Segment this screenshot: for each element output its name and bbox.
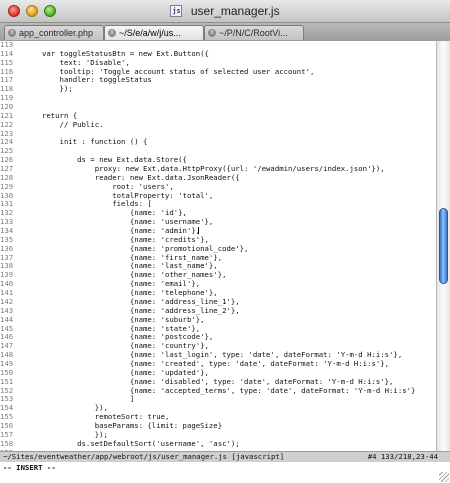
code-text: text: 'Disable',: [24, 57, 130, 67]
code-text: {name: 'accepted_terms', type: 'date', d…: [24, 385, 416, 395]
code-text: }),: [24, 403, 108, 413]
code-text: {name: 'updated'},: [24, 367, 209, 377]
tab-label: app_controller.php: [19, 28, 94, 38]
file-path: ~/Sites/eventweather/app/webroot/js/user…: [3, 452, 285, 461]
code-text: {name: 'created', type: 'date', dateForm…: [24, 358, 390, 368]
vertical-scrollbar[interactable]: [436, 41, 450, 451]
code-text: });: [24, 429, 108, 439]
code-line[interactable]: 119: [0, 93, 436, 103]
code-text: {name: 'address_line_2'},: [24, 305, 240, 315]
code-text: proxy: new Ext.data.HttpProxy({url: '/ew…: [24, 164, 385, 174]
code-text: {name: 'other_names'},: [24, 270, 227, 280]
window-title-group: js user_manager.js: [0, 0, 450, 22]
code-text: // Public.: [24, 119, 104, 129]
code-text: {name: 'email'},: [24, 279, 201, 289]
code-text: {name: 'admin'},: [24, 226, 201, 236]
code-text: remoteSort: true,: [24, 412, 170, 422]
code-text: ds.setDefaultSort('username', 'asc');: [24, 438, 240, 448]
code-text: ]: [24, 394, 135, 404]
code-text: {name: 'address_line_1'},: [24, 296, 240, 306]
code-text: {name: 'last_name'},: [24, 261, 218, 271]
editor-window: js user_manager.js x app_controller.php …: [0, 0, 450, 483]
code-text: totalProperty: 'total',: [24, 190, 214, 200]
tab-root-view[interactable]: x ~/P/N/C/RootVi...: [204, 25, 304, 40]
scrollbar-thumb[interactable]: [439, 208, 448, 284]
code-text: {name: 'first_name'},: [24, 252, 223, 262]
code-text: {name: 'suburb'},: [24, 314, 205, 324]
code-line[interactable]: 158 ds.setDefaultSort('username', 'asc')…: [0, 438, 436, 449]
window-title: user_manager.js: [190, 4, 280, 18]
mode-line: -- INSERT --: [0, 462, 450, 474]
tab-user-manager[interactable]: x ~/S/e/a/w/j/us...: [104, 25, 204, 40]
status-line: ~/Sites/eventweather/app/webroot/js/user…: [0, 451, 450, 462]
code-text: var toggleStatusBtn = new Ext.Button({: [24, 48, 209, 58]
code-text: {name: 'state'},: [24, 323, 201, 333]
code-text: ds = new Ext.data.Store({: [24, 155, 187, 165]
tab-close-icon[interactable]: x: [108, 29, 116, 37]
code-text: return {: [24, 110, 78, 120]
code-editor[interactable]: 113 114 var toggleStatusBtn = new Ext.Bu…: [0, 41, 436, 451]
code-text: });: [24, 84, 73, 94]
code-text: root: 'users',: [24, 181, 174, 191]
code-text: tooltip: 'Toggle account status of selec…: [24, 66, 315, 76]
code-text: {name: 'telephone'},: [24, 288, 218, 298]
tab-label: ~/S/e/a/w/j/us...: [119, 28, 181, 38]
title-bar[interactable]: js user_manager.js: [0, 0, 450, 23]
tab-app-controller[interactable]: x app_controller.php: [4, 25, 104, 40]
code-text: {name: 'postcode'},: [24, 332, 214, 342]
code-text: {name: 'username'},: [24, 217, 214, 227]
code-text: reader: new Ext.data.JsonReader({: [24, 172, 240, 182]
js-file-icon: js: [170, 5, 183, 17]
code-text: baseParams: {limit: pageSize}: [24, 420, 223, 430]
insert-mode-indicator: -- INSERT --: [3, 463, 56, 472]
code-text: {name: 'id'},: [24, 208, 187, 218]
code-text: {name: 'promotional_code'},: [24, 243, 249, 253]
tab-close-icon[interactable]: x: [208, 29, 216, 37]
tab-close-icon[interactable]: x: [8, 29, 16, 37]
code-text: init : function () {: [24, 137, 148, 147]
code-text: {name: 'disabled', type: 'date', dateFor…: [24, 376, 394, 386]
code-line[interactable]: 124 init : function () {: [0, 138, 436, 147]
tab-label: ~/P/N/C/RootVi...: [219, 28, 288, 38]
resize-grip-icon[interactable]: [439, 472, 449, 482]
code-line[interactable]: 122 // Public.: [0, 119, 436, 130]
code-text: {name: 'credits'},: [24, 234, 209, 244]
cursor-position: #4 133/218,23-44: [367, 452, 438, 461]
code-line[interactable]: 118 });: [0, 84, 436, 94]
code-text: {name: 'last_login', type: 'date', dateF…: [24, 350, 403, 360]
tab-bar: x app_controller.php x ~/S/e/a/w/j/us...…: [0, 23, 450, 42]
code-text: fields: [: [24, 199, 152, 209]
code-text: handler: toggleStatus: [24, 75, 152, 85]
code-text: {name: 'country'},: [24, 341, 209, 351]
